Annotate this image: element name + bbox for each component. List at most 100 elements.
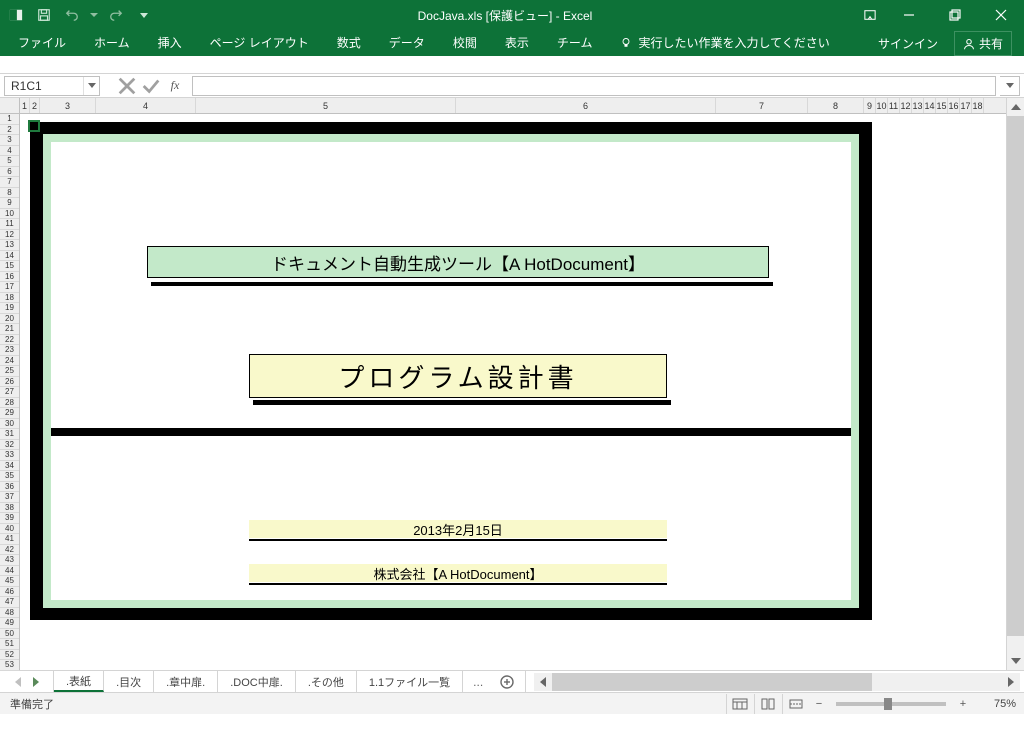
scroll-up-icon[interactable] <box>1007 98 1024 116</box>
formula-bar-expand-icon[interactable] <box>1000 76 1020 96</box>
column-header[interactable]: 13 <box>912 98 924 113</box>
row-header[interactable]: 29 <box>0 408 19 419</box>
sheet-tab[interactable]: .表紙 <box>54 671 104 692</box>
page-layout-view-icon[interactable] <box>754 694 780 714</box>
row-header[interactable]: 32 <box>0 440 19 451</box>
row-header[interactable]: 28 <box>0 398 19 409</box>
column-header[interactable]: 17 <box>960 98 972 113</box>
scroll-down-icon[interactable] <box>1007 652 1024 670</box>
row-header[interactable]: 33 <box>0 450 19 461</box>
row-header[interactable]: 46 <box>0 587 19 598</box>
row-header[interactable]: 43 <box>0 555 19 566</box>
row-header[interactable]: 17 <box>0 282 19 293</box>
row-header[interactable]: 50 <box>0 629 19 640</box>
row-header[interactable]: 11 <box>0 219 19 230</box>
row-header[interactable]: 31 <box>0 429 19 440</box>
horizontal-scrollbar[interactable] <box>534 673 1020 691</box>
column-header[interactable]: 10 <box>876 98 888 113</box>
vscroll-thumb[interactable] <box>1007 116 1024 636</box>
row-header[interactable]: 9 <box>0 198 19 209</box>
sheet-tab[interactable]: .章中扉. <box>154 671 218 692</box>
ribbon-tab-review[interactable]: 校閲 <box>439 29 491 56</box>
maximize-icon[interactable] <box>932 0 978 30</box>
scroll-left-icon[interactable] <box>534 673 552 691</box>
row-header[interactable]: 27 <box>0 387 19 398</box>
enter-icon[interactable] <box>140 76 162 96</box>
zoom-slider-thumb[interactable] <box>884 698 892 710</box>
row-header[interactable]: 10 <box>0 209 19 220</box>
row-header[interactable]: 14 <box>0 251 19 262</box>
row-header[interactable]: 2 <box>0 125 19 136</box>
row-header[interactable]: 41 <box>0 534 19 545</box>
row-header[interactable]: 45 <box>0 576 19 587</box>
column-header[interactable]: 18 <box>972 98 984 113</box>
sheet-nav-prev-icon[interactable] <box>15 677 21 687</box>
row-header[interactable]: 13 <box>0 240 19 251</box>
row-header[interactable]: 4 <box>0 146 19 157</box>
insert-function-button[interactable]: fx <box>164 76 186 96</box>
hscroll-track[interactable] <box>552 673 1002 691</box>
grid-body[interactable]: ドキュメント自動生成ツール【A HotDocument】 プログラム設計書 20… <box>20 114 1006 670</box>
row-header[interactable]: 18 <box>0 293 19 304</box>
ribbon-tab-insert[interactable]: 挿入 <box>144 29 196 56</box>
sheet-tab[interactable]: .目次 <box>104 671 154 692</box>
normal-view-icon[interactable] <box>726 694 752 714</box>
row-header[interactable]: 36 <box>0 482 19 493</box>
vertical-scrollbar[interactable] <box>1006 98 1024 670</box>
name-box[interactable]: R1C1 <box>4 76 100 96</box>
share-button[interactable]: 共有 <box>954 31 1012 56</box>
column-header[interactable]: 9 <box>864 98 876 113</box>
column-header[interactable]: 12 <box>900 98 912 113</box>
row-header[interactable]: 42 <box>0 545 19 556</box>
ribbon-tab-formulas[interactable]: 数式 <box>323 29 375 56</box>
formula-bar-input[interactable] <box>192 76 996 96</box>
column-header[interactable]: 7 <box>716 98 808 113</box>
scroll-right-icon[interactable] <box>1002 673 1020 691</box>
row-header[interactable]: 23 <box>0 345 19 356</box>
column-header[interactable]: 2 <box>30 98 40 113</box>
column-header[interactable]: 1 <box>20 98 30 113</box>
ribbon-tab-view[interactable]: 表示 <box>491 29 543 56</box>
hscroll-thumb[interactable] <box>552 673 872 691</box>
close-icon[interactable] <box>978 0 1024 30</box>
tell-me-search[interactable]: 実行したい作業を入力してください <box>606 29 843 56</box>
row-header[interactable]: 34 <box>0 461 19 472</box>
save-icon[interactable] <box>32 3 56 27</box>
row-header[interactable]: 30 <box>0 419 19 430</box>
sheet-nav-buttons[interactable] <box>0 671 54 692</box>
row-header[interactable]: 25 <box>0 366 19 377</box>
zoom-slider[interactable] <box>836 702 946 706</box>
sheet-nav-next-icon[interactable] <box>33 677 39 687</box>
zoom-out-button[interactable]: − <box>810 695 828 713</box>
cancel-icon[interactable] <box>116 76 138 96</box>
column-header[interactable]: 16 <box>948 98 960 113</box>
row-header[interactable]: 38 <box>0 503 19 514</box>
row-header[interactable]: 1 <box>0 114 19 125</box>
row-header[interactable]: 39 <box>0 513 19 524</box>
row-header[interactable]: 44 <box>0 566 19 577</box>
row-header[interactable]: 24 <box>0 356 19 367</box>
row-header[interactable]: 48 <box>0 608 19 619</box>
name-box-dropdown-icon[interactable] <box>83 77 99 95</box>
column-header[interactable]: 6 <box>456 98 716 113</box>
column-header[interactable]: 5 <box>196 98 456 113</box>
vscroll-track[interactable] <box>1007 116 1024 652</box>
row-header[interactable]: 37 <box>0 492 19 503</box>
row-header[interactable]: 21 <box>0 324 19 335</box>
row-header[interactable]: 40 <box>0 524 19 535</box>
page-break-view-icon[interactable] <box>782 694 808 714</box>
row-header[interactable]: 7 <box>0 177 19 188</box>
column-header[interactable]: 3 <box>40 98 96 113</box>
column-header[interactable]: 4 <box>96 98 196 113</box>
row-header[interactable]: 53 <box>0 660 19 671</box>
select-all-corner[interactable] <box>0 98 19 114</box>
row-header[interactable]: 6 <box>0 167 19 178</box>
row-header[interactable]: 22 <box>0 335 19 346</box>
ribbon-tab-data[interactable]: データ <box>375 29 439 56</box>
ribbon-tab-home[interactable]: ホーム <box>80 29 144 56</box>
row-header[interactable]: 47 <box>0 597 19 608</box>
new-sheet-button[interactable] <box>493 675 521 689</box>
column-header[interactable]: 15 <box>936 98 948 113</box>
ribbon-tab-team[interactable]: チーム <box>543 29 607 56</box>
row-header[interactable]: 49 <box>0 618 19 629</box>
